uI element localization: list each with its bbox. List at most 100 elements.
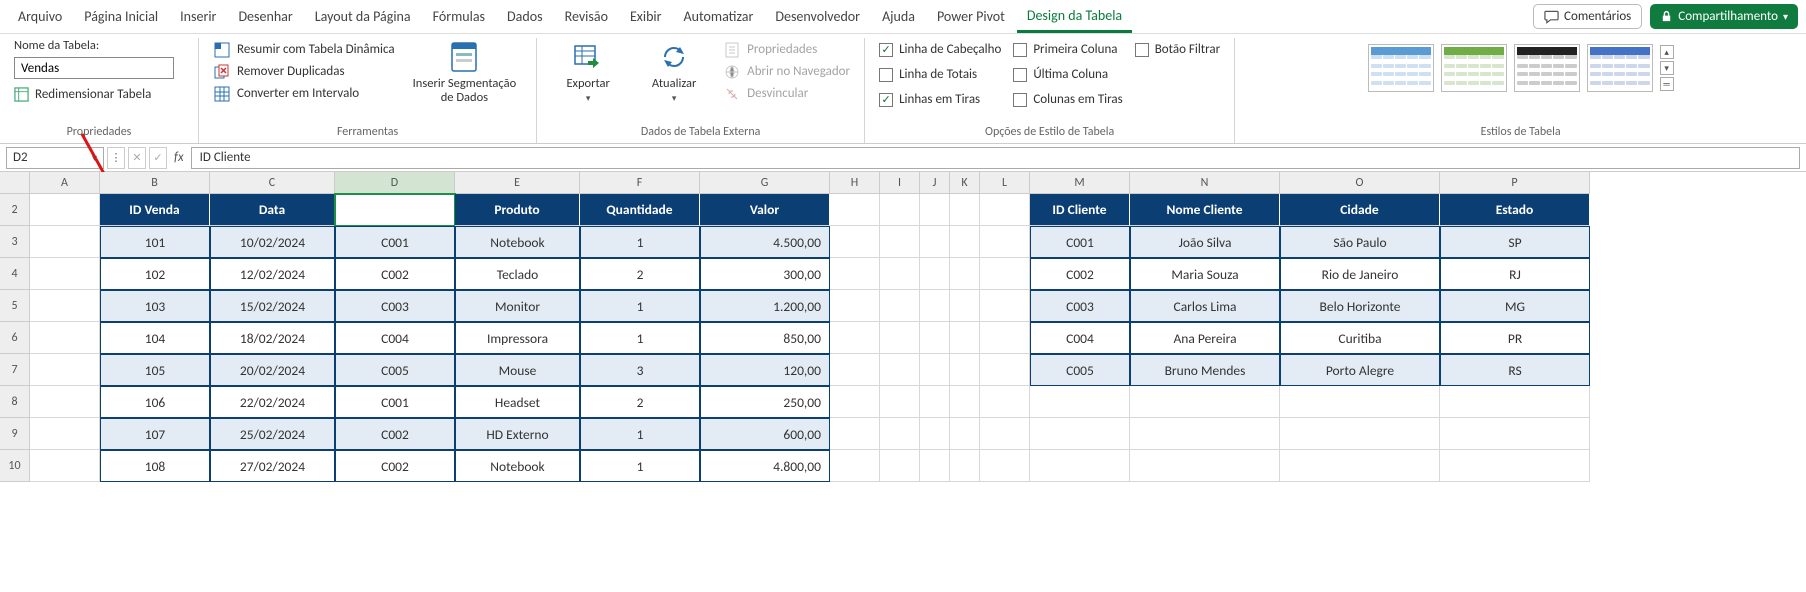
cell[interactable]: RS [1440,354,1590,386]
tab-exibir[interactable]: Exibir [620,2,672,31]
tab-inserir[interactable]: Inserir [170,2,226,31]
cell[interactable]: Notebook [455,450,580,482]
table-name-input[interactable] [14,57,174,79]
cell[interactable]: RJ [1440,258,1590,290]
cell[interactable]: Mouse [455,354,580,386]
cell[interactable]: 300,00 [700,258,830,290]
check-total-row[interactable]: Linha de Totais [879,67,1001,82]
cell[interactable] [980,194,1030,226]
row-header[interactable]: 3 [0,226,30,258]
cell[interactable] [30,450,100,482]
row-header[interactable]: 7 [0,354,30,386]
cell[interactable]: 102 [100,258,210,290]
cell[interactable]: Produto [455,194,580,226]
cell[interactable]: 101 [100,226,210,258]
cell[interactable]: C004 [1030,322,1130,354]
cell[interactable] [920,322,950,354]
cell[interactable] [830,354,880,386]
name-box[interactable]: D2▾ [6,147,104,169]
cell[interactable] [30,226,100,258]
gallery-more-button[interactable]: ═ [1660,77,1674,91]
cell[interactable]: C001 [1030,226,1130,258]
col-header[interactable]: K [950,172,980,194]
check-first-col[interactable]: Primeira Coluna [1013,42,1122,57]
cell[interactable] [1130,386,1280,418]
check-banded-cols[interactable]: Colunas em Tiras [1013,92,1122,107]
tab-layout-da-p-gina[interactable]: Layout da Página [305,2,421,31]
cell[interactable] [1130,418,1280,450]
cell[interactable]: C002 [335,450,455,482]
cell[interactable] [950,226,980,258]
style-option[interactable] [1441,44,1507,92]
col-header[interactable]: E [455,172,580,194]
tab-revis-o[interactable]: Revisão [555,2,618,31]
col-header[interactable]: G [700,172,830,194]
enter-button[interactable]: ✓ [149,147,167,169]
check-header-row[interactable]: ✓Linha de Cabeçalho [879,42,1001,57]
cell[interactable]: 27/02/2024 [210,450,335,482]
tab-automatizar[interactable]: Automatizar [674,2,764,31]
cell[interactable]: 15/02/2024 [210,290,335,322]
cell[interactable] [920,226,950,258]
cell[interactable]: Carlos Lima [1130,290,1280,322]
cell[interactable]: 103 [100,290,210,322]
tab-f-rmulas[interactable]: Fórmulas [423,2,495,31]
cell[interactable] [880,386,920,418]
tab-ajuda[interactable]: Ajuda [872,2,925,31]
col-header[interactable]: N [1130,172,1280,194]
cell[interactable] [830,386,880,418]
cell[interactable]: 1.200,00 [700,290,830,322]
cell[interactable]: C001 [335,226,455,258]
cell[interactable] [1440,386,1590,418]
cell[interactable] [1440,418,1590,450]
tab-desenhar[interactable]: Desenhar [228,2,302,31]
tab-design-da-tabela[interactable]: Design da Tabela [1017,1,1132,33]
cell[interactable] [950,290,980,322]
cell[interactable] [950,386,980,418]
cell[interactable] [1030,418,1130,450]
cell[interactable] [950,258,980,290]
cell[interactable] [830,322,880,354]
cell[interactable] [30,322,100,354]
cell[interactable]: C002 [335,258,455,290]
cell[interactable] [950,322,980,354]
cell[interactable] [30,194,100,226]
cell[interactable]: HD Externo [455,418,580,450]
cell[interactable]: 2 [580,386,700,418]
formula-input[interactable]: ID Cliente [191,147,1800,169]
cell[interactable]: Porto Alegre [1280,354,1440,386]
tab-p-gina-inicial[interactable]: Página Inicial [74,2,168,31]
cell[interactable]: 1 [580,322,700,354]
cell[interactable] [880,322,920,354]
cell[interactable]: Cidade [1280,194,1440,226]
cell[interactable]: Estado [1440,194,1590,226]
cell[interactable]: Maria Souza [1130,258,1280,290]
check-filter-button[interactable]: Botão Filtrar [1135,42,1220,57]
col-header[interactable]: B [100,172,210,194]
col-header[interactable]: L [980,172,1030,194]
cell[interactable] [920,290,950,322]
style-option[interactable] [1514,44,1580,92]
cell[interactable]: C003 [1030,290,1130,322]
cell[interactable] [830,418,880,450]
row-header[interactable]: 4 [0,258,30,290]
cell[interactable]: 4.500,00 [700,226,830,258]
cell[interactable]: 1 [580,450,700,482]
remove-dup-button[interactable]: Remover Duplicadas [213,63,395,80]
cell[interactable]: 250,00 [700,386,830,418]
col-header[interactable]: C [210,172,335,194]
tab-power-pivot[interactable]: Power Pivot [927,2,1015,31]
col-header[interactable]: P [1440,172,1590,194]
col-header[interactable]: A [30,172,100,194]
comments-button[interactable]: Comentários [1533,4,1642,29]
select-all[interactable] [0,172,30,194]
cell[interactable] [880,226,920,258]
cell[interactable]: C002 [335,418,455,450]
style-option[interactable] [1587,44,1653,92]
cell[interactable]: 850,00 [700,322,830,354]
cell[interactable]: 20/02/2024 [210,354,335,386]
cell[interactable]: C003 [335,290,455,322]
check-last-col[interactable]: Última Coluna [1013,67,1122,82]
cell[interactable] [1440,450,1590,482]
cell[interactable]: Rio de Janeiro [1280,258,1440,290]
